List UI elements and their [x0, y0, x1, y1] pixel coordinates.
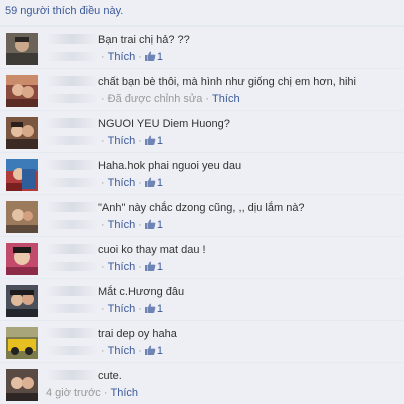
like-count[interactable]: 1: [157, 261, 163, 273]
comment-item: "Anh" này chắc dzong cũng, ,, dịu lắm nà…: [0, 194, 404, 236]
like-link[interactable]: Thích: [108, 135, 136, 147]
likes-summary-bar: 59 người thích điều này.: [0, 0, 404, 26]
commenter-name[interactable]: [46, 202, 98, 212]
thumbs-up-icon[interactable]: [144, 261, 156, 271]
like-count[interactable]: 1: [157, 51, 163, 63]
comment-text: trai dep oy haha: [98, 328, 177, 340]
timestamp[interactable]: 4 giờ trước: [46, 387, 101, 399]
timestamp[interactable]: [46, 136, 98, 145]
like-count[interactable]: 1: [157, 177, 163, 189]
timestamp[interactable]: [46, 262, 98, 271]
comment-item: Mắt c.Hương đâu · Thích · 1: [0, 278, 404, 320]
avatar[interactable]: [6, 201, 38, 233]
thumbs-up-icon[interactable]: [144, 219, 156, 229]
comment-text: Haha.hok phai nguoi yeu dau: [98, 160, 242, 172]
like-link[interactable]: Thích: [108, 219, 136, 231]
comment-text: "Anh" này chắc dzong cũng, ,, dịu lắm nà…: [98, 202, 305, 214]
commenter-name[interactable]: [46, 76, 98, 86]
comment-item: chất bạn bè thôi, mà hình như giống chị …: [0, 68, 404, 110]
commenter-name[interactable]: [46, 286, 98, 296]
timestamp[interactable]: [46, 304, 98, 313]
commenter-name[interactable]: [46, 370, 98, 380]
timestamp[interactable]: [46, 346, 98, 355]
avatar[interactable]: [6, 33, 38, 65]
comment-item: NGUOI YEU Diem Huong? · Thích · 1: [0, 110, 404, 152]
comment-item: cute. 4 giờ trước · Thích: [0, 362, 404, 404]
thumbs-up-icon[interactable]: [144, 303, 156, 313]
like-link[interactable]: Thích: [108, 345, 136, 357]
comment-text: cute.: [98, 370, 122, 382]
avatar[interactable]: [6, 75, 38, 107]
like-count[interactable]: 1: [157, 219, 163, 231]
comment-text: Mắt c.Hương đâu: [98, 286, 185, 298]
comment-text: NGUOI YEU Diem Huong?: [98, 118, 230, 130]
like-link[interactable]: Thích: [108, 303, 136, 315]
thumbs-up-icon[interactable]: [144, 135, 156, 145]
thumbs-up-icon[interactable]: [144, 345, 156, 355]
comment-item: Bạn trai chị hả? ?? · Thích · 1: [0, 26, 404, 68]
timestamp[interactable]: [46, 178, 98, 187]
commenter-name[interactable]: [46, 328, 98, 338]
edited-label[interactable]: Đã được chỉnh sửa: [108, 93, 203, 105]
timestamp[interactable]: [46, 52, 98, 61]
avatar[interactable]: [6, 117, 38, 149]
avatar[interactable]: [6, 285, 38, 317]
avatar[interactable]: [6, 243, 38, 275]
comment-text: cuoi ko thay mat dau !: [98, 244, 206, 256]
like-link[interactable]: Thích: [108, 51, 136, 63]
comment-text: chất bạn bè thôi, mà hình như giống chị …: [98, 76, 356, 88]
comment-text: Bạn trai chị hả? ??: [98, 34, 190, 46]
thumbs-up-icon[interactable]: [144, 177, 156, 187]
like-link[interactable]: Thích: [108, 177, 136, 189]
avatar[interactable]: [6, 159, 38, 191]
timestamp[interactable]: [46, 220, 98, 229]
like-count[interactable]: 1: [157, 345, 163, 357]
commenter-name[interactable]: [46, 118, 98, 128]
like-link[interactable]: Thích: [212, 93, 240, 105]
timestamp[interactable]: [46, 94, 98, 103]
like-count[interactable]: 1: [157, 303, 163, 315]
commenter-name[interactable]: [46, 244, 98, 254]
comment-item: cuoi ko thay mat dau ! · Thích · 1: [0, 236, 404, 278]
like-link[interactable]: Thích: [108, 261, 136, 273]
like-link[interactable]: Thích: [110, 387, 138, 399]
commenter-name[interactable]: [46, 34, 98, 44]
like-count[interactable]: 1: [157, 135, 163, 147]
commenter-name[interactable]: [46, 160, 98, 170]
avatar[interactable]: [6, 327, 38, 359]
comment-item: Haha.hok phai nguoi yeu dau · Thích · 1: [0, 152, 404, 194]
thumbs-up-icon[interactable]: [144, 51, 156, 61]
comment-item: trai dep oy haha · Thích · 1: [0, 320, 404, 362]
likes-summary-link[interactable]: 59 người thích điều này.: [5, 5, 123, 17]
